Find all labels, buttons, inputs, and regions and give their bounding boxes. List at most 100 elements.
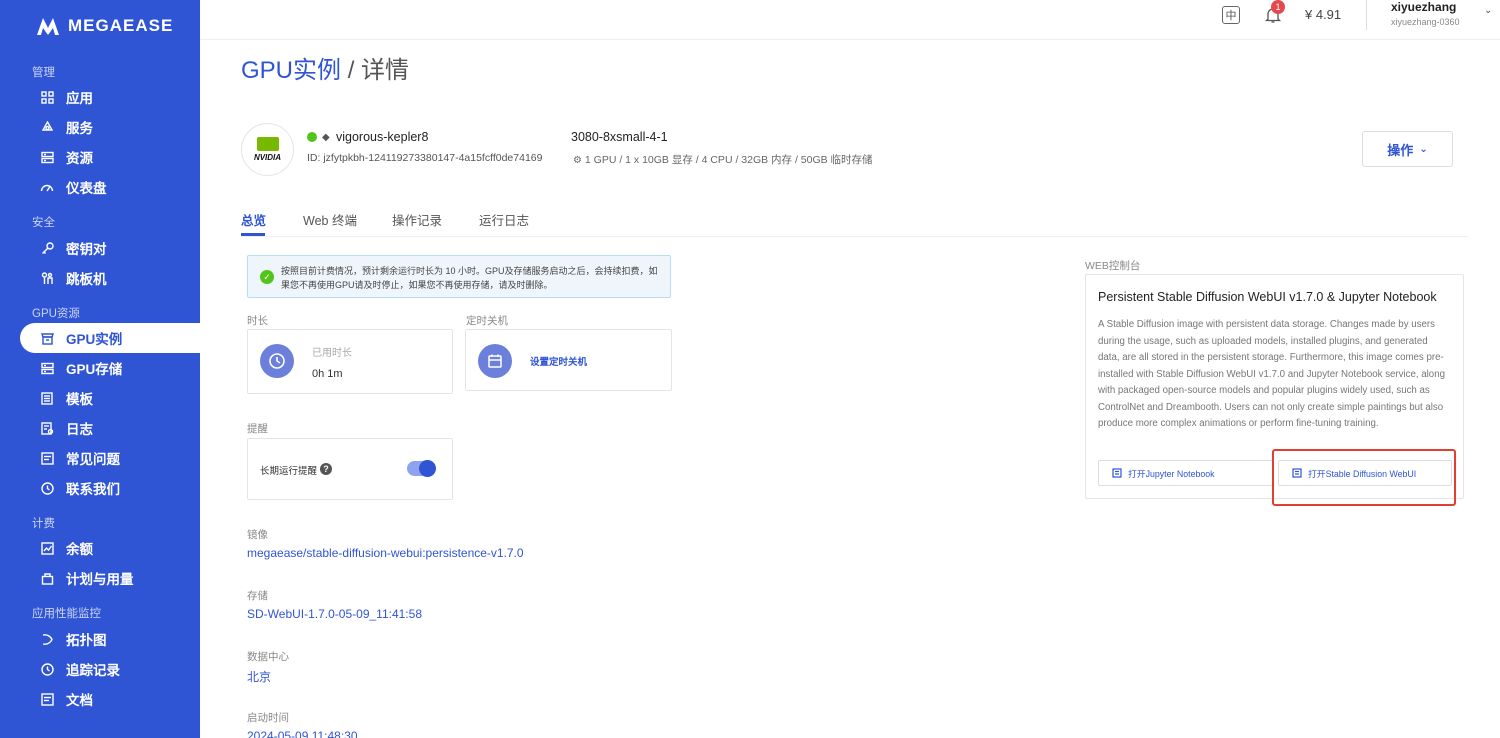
user-id: xiyuezhang-0360 <box>1391 17 1460 27</box>
open-sd-webui-button[interactable]: 打开Stable Diffusion WebUI <box>1278 460 1452 486</box>
bag-icon <box>40 571 54 585</box>
doc-icon <box>40 692 54 706</box>
notification-badge: 1 <box>1271 0 1285 14</box>
sidebar-item-label: 跳板机 <box>66 272 107 287</box>
breadcrumb: GPU实例 / 详情 <box>241 50 409 85</box>
nav-section-title: GPU资源 <box>32 308 80 320</box>
sidebar-item-label: 计划与用量 <box>66 572 134 587</box>
breadcrumb-current: 详情 <box>361 57 410 84</box>
web-console-title: Persistent Stable Diffusion WebUI v1.7.0… <box>1098 290 1437 304</box>
billing-notice: ✓ 按照目前计费情况，预计剩余运行时长为 10 小时。GPU及存储服务启动之后，… <box>247 255 671 298</box>
sidebar-item-label: 余额 <box>66 542 93 557</box>
notice-text: 按照目前计费情况，预计剩余运行时长为 10 小时。GPU及存储服务启动之后，会持… <box>281 266 658 290</box>
tab-web-terminal[interactable]: Web 终端 <box>303 210 357 229</box>
clock-icon <box>40 481 54 495</box>
sidebar-item-apps[interactable]: 应用 <box>20 82 200 112</box>
sidebar-item-services[interactable]: 服务 <box>20 112 200 142</box>
set-shutdown-link[interactable]: 设置定时关机 <box>530 354 587 368</box>
sidebar-item-traces[interactable]: 追踪记录 <box>20 654 200 684</box>
reminder-section-label: 提醒 <box>247 423 268 435</box>
instance-resources: ⚙ 1 GPU / 1 x 10GB 显存 / 4 CPU / 32GB 内存 … <box>573 152 873 167</box>
toggle-knob <box>419 460 436 477</box>
actions-label: 操作 <box>1387 142 1414 158</box>
schedule-card: 设置定时关机 <box>465 329 672 391</box>
breadcrumb-parent[interactable]: GPU实例 <box>241 57 341 84</box>
sidebar-item-topology[interactable]: 拓扑图 <box>20 624 200 654</box>
sidebar-item-label: 联系我们 <box>66 482 120 497</box>
server-icon <box>40 150 54 164</box>
log-icon <box>40 421 54 435</box>
recycle-icon <box>40 120 54 134</box>
storage-label: 存储 <box>247 590 268 602</box>
megaease-logo-icon <box>37 18 59 35</box>
grid-icon <box>40 90 54 104</box>
key-icon <box>40 241 54 255</box>
datacenter-label: 数据中心 <box>247 651 289 663</box>
nvidia-logo-icon <box>256 137 279 151</box>
tab-operation-records[interactable]: 操作记录 <box>392 210 442 229</box>
web-console-card: Persistent Stable Diffusion WebUI v1.7.0… <box>1085 274 1464 499</box>
datacenter-value: 北京 <box>247 670 272 684</box>
sidebar-item-contact[interactable]: 联系我们 <box>20 473 200 503</box>
used-time-label: 已用时长 <box>312 348 352 359</box>
language-switch-icon[interactable]: 中 <box>1222 6 1240 24</box>
instance-name: vigorous-kepler8 <box>336 130 429 144</box>
chevron-down-icon[interactable]: ⌄ <box>1484 5 1492 16</box>
sidebar-item-gpu-instances[interactable]: GPU实例 <box>20 323 200 353</box>
duration-section-label: 时长 <box>247 315 268 327</box>
sidebar-item-label: 模板 <box>66 392 93 407</box>
web-console-label: WEB控制台 <box>1085 260 1141 272</box>
image-label: 镜像 <box>247 529 268 541</box>
sidebar-item-label: 资源 <box>66 151 93 166</box>
nav-section-title: 安全 <box>32 217 55 229</box>
check-circle-icon: ✓ <box>260 270 274 284</box>
sidebar-item-label: 仪表盘 <box>66 181 107 196</box>
sidebar-item-label: 服务 <box>66 121 93 136</box>
instance-spec: 3080-8xsmall-4-1 <box>571 130 668 144</box>
breadcrumb-separator: / <box>347 57 355 84</box>
sidebar-item-keypairs[interactable]: 密钥对 <box>20 233 200 263</box>
brand-name: MEGAEASE <box>68 16 174 35</box>
topbar-divider <box>1366 0 1367 30</box>
sidebar-item-label: GPU实例 <box>66 332 123 347</box>
trace-icon <box>40 662 54 676</box>
vendor-logo-text: NVIDIA <box>253 153 282 162</box>
long-run-reminder-toggle[interactable] <box>407 460 436 477</box>
brand-logo[interactable]: MEGAEASE <box>36 16 173 36</box>
sidebar-item-jumphost[interactable]: 跳板机 <box>20 263 200 293</box>
sidebar-item-logs[interactable]: 日志 <box>20 413 200 443</box>
topology-icon <box>40 632 54 646</box>
image-value[interactable]: megaease/stable-diffusion-webui:persiste… <box>247 546 524 560</box>
storage-value[interactable]: SD-WebUI-1.7.0-05-09_11:41:58 <box>247 607 422 621</box>
diamond-icon: ◆ <box>322 132 330 143</box>
help-icon[interactable]: ? <box>320 463 332 475</box>
web-console-description: A Stable Diffusion image with persistent… <box>1098 319 1445 429</box>
sidebar-item-docs[interactable]: 文档 <box>20 684 200 714</box>
sidebar-item-label: 应用 <box>66 91 93 106</box>
clock-icon <box>260 344 294 378</box>
tab-run-logs[interactable]: 运行日志 <box>479 210 529 229</box>
nav-section-title: 应用性能监控 <box>32 608 101 620</box>
document-icon <box>1292 468 1302 478</box>
tab-overview[interactable]: 总览 <box>241 210 266 229</box>
sidebar-item-plans[interactable]: 计划与用量 <box>20 563 200 593</box>
schedule-section-label: 定时关机 <box>466 315 508 327</box>
actions-dropdown-button[interactable]: 操作 ⌄ <box>1362 131 1453 167</box>
sidebar-item-dashboard[interactable]: 仪表盘 <box>20 172 200 202</box>
sidebar-item-label: 日志 <box>66 422 93 437</box>
username[interactable]: xiyuezhang <box>1391 0 1456 14</box>
status-indicator <box>307 132 317 142</box>
open-sd-webui-label: 打开Stable Diffusion WebUI <box>1308 468 1417 479</box>
sidebar-item-resources[interactable]: 资源 <box>20 142 200 172</box>
sidebar-item-label: 拓扑图 <box>66 633 107 648</box>
sidebar-item-label: 常见问题 <box>66 452 120 467</box>
open-jupyter-label: 打开Jupyter Notebook <box>1128 468 1215 479</box>
sidebar-item-gpu-storage[interactable]: GPU存储 <box>20 353 200 383</box>
sidebar-item-faq[interactable]: 常见问题 <box>20 443 200 473</box>
jump-icon <box>40 271 54 285</box>
open-jupyter-button[interactable]: 打开Jupyter Notebook <box>1098 460 1273 486</box>
vendor-avatar: NVIDIA <box>241 123 294 176</box>
sidebar-item-balance[interactable]: 余额 <box>20 533 200 563</box>
sidebar: MEGAEASE 管理 应用 服务 资源 仪表盘 安全 密钥对 跳板机 GPU资… <box>0 0 200 738</box>
sidebar-item-templates[interactable]: 模板 <box>20 383 200 413</box>
